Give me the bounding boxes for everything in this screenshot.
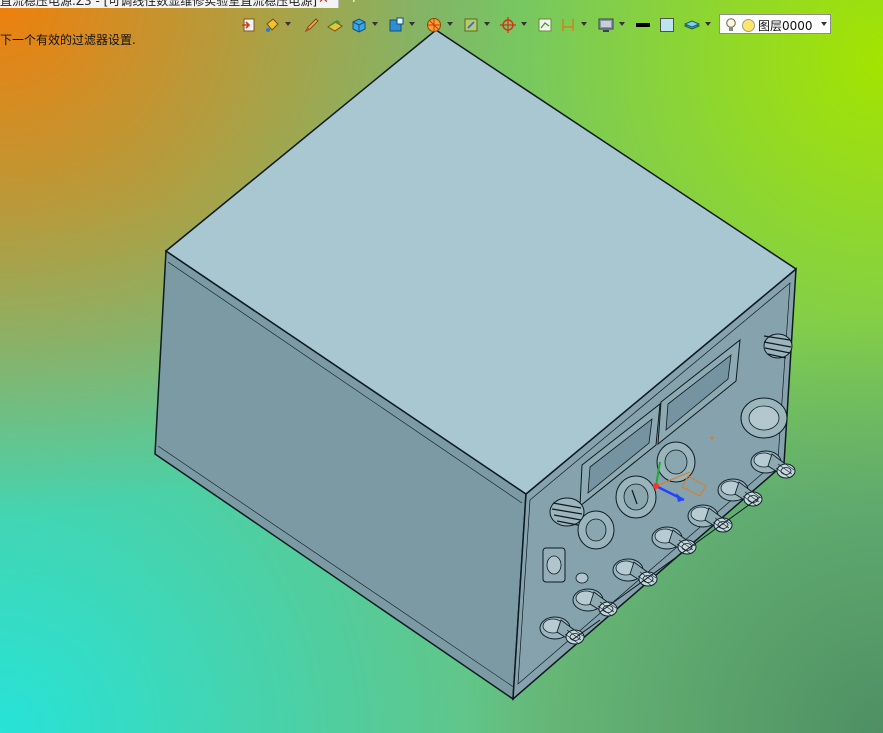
layer-name: 图层0000: [758, 19, 813, 33]
status-message: 下一个有效的过滤器设置.: [0, 33, 136, 47]
view-dropdown-arrow[interactable]: [409, 22, 415, 26]
datum-point-icon[interactable]: [500, 17, 516, 33]
render-style-icon[interactable]: [426, 17, 442, 33]
knob-top-right: [763, 333, 793, 359]
layer-dropdown-arrow[interactable]: [705, 22, 711, 26]
paint-bucket-icon[interactable]: [264, 17, 280, 33]
render-dropdown-arrow[interactable]: [447, 22, 453, 26]
solid-box-icon[interactable]: [351, 17, 367, 33]
display-monitor-icon[interactable]: [598, 17, 614, 33]
knob-left-panel: [549, 497, 585, 527]
surface-icon[interactable]: [327, 17, 343, 33]
dimension-icon[interactable]: [560, 17, 576, 33]
layer-stack-icon[interactable]: [684, 17, 700, 33]
solid-dropdown-arrow[interactable]: [372, 22, 378, 26]
chevron-down-icon[interactable]: [821, 22, 827, 26]
layer-select[interactable]: 图层0000: [719, 14, 831, 34]
document-tab-title: 直流稳压电源.Z3 - [可调线性数显维修实验室直流稳压电源]: [0, 0, 317, 8]
fill-color-icon[interactable]: [659, 17, 675, 33]
export-icon[interactable]: [241, 17, 257, 33]
light-bulb-icon[interactable]: [725, 18, 737, 32]
sketch-icon[interactable]: [537, 17, 553, 33]
knob-mid-right: [740, 397, 788, 439]
document-tab-bar: 直流稳压电源.Z3 - [可调线性数显维修实验室直流稳压电源] ✕ +: [0, 0, 370, 8]
paint-dropdown-arrow[interactable]: [285, 22, 291, 26]
section-dropdown-arrow[interactable]: [484, 22, 490, 26]
graphics-viewport[interactable]: [0, 0, 883, 733]
document-tab[interactable]: 直流稳压电源.Z3 - [可调线性数显维修实验室直流稳压电源] ✕: [0, 0, 339, 8]
dial-large-left: [615, 475, 657, 519]
close-tab-icon[interactable]: ✕: [318, 0, 329, 7]
datum-dropdown-arrow[interactable]: [521, 22, 527, 26]
display-dropdown-arrow[interactable]: [619, 22, 625, 26]
dial-large-right: [656, 441, 696, 483]
line-color-icon[interactable]: [635, 17, 651, 33]
pencil-icon[interactable]: [304, 17, 320, 33]
quick-toolbar: 图层0000: [238, 12, 883, 38]
layer-status-icon[interactable]: [742, 19, 755, 32]
new-tab-icon[interactable]: +: [348, 0, 360, 6]
dimension-dropdown-arrow[interactable]: [581, 22, 587, 26]
view-cube-icon[interactable]: [388, 17, 404, 33]
section-view-icon[interactable]: [463, 17, 479, 33]
